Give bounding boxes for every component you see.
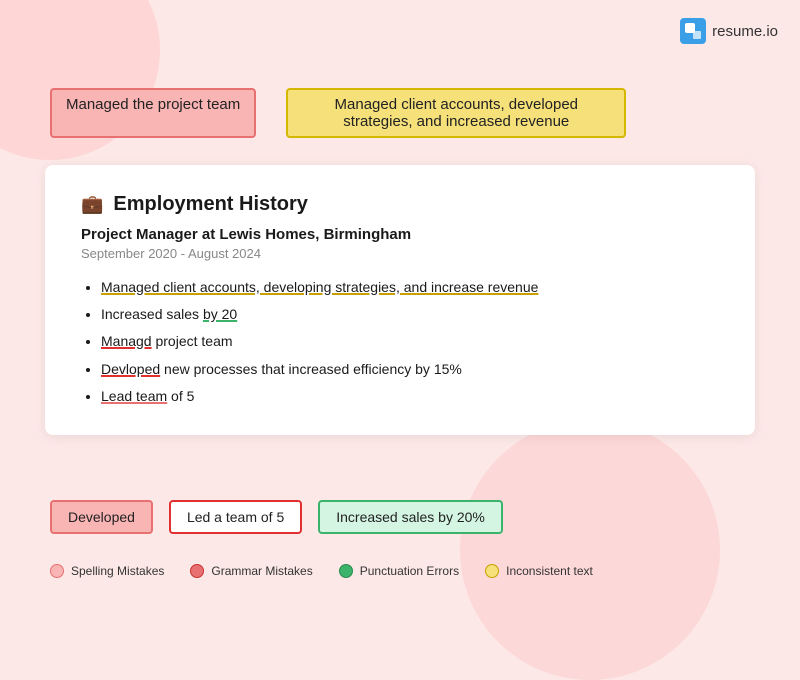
bullet-3: Managd project team	[101, 329, 719, 354]
bullet-2-before: Increased sales	[101, 306, 203, 322]
section-header: 💼 Employment History	[81, 193, 719, 216]
bullet-3-after: project team	[152, 333, 233, 349]
legend-spelling-label: Spelling Mistakes	[71, 564, 164, 578]
briefcase-icon: 💼	[81, 194, 103, 215]
legend-grammar-label: Grammar Mistakes	[211, 564, 312, 578]
legend-dot-punctuation	[339, 564, 353, 578]
bullet-2-highlight: by 20	[203, 306, 237, 322]
bullet-list: Managed client accounts, developing stra…	[81, 275, 719, 409]
logo-text: resume.io	[712, 23, 778, 40]
legend-punctuation-label: Punctuation Errors	[360, 564, 459, 578]
bullet-5-after: of 5	[167, 388, 194, 404]
bottom-tag-developed: Developed	[50, 500, 153, 534]
section-title: Employment History	[113, 193, 307, 216]
bullet-5-highlight: Lead team	[101, 388, 167, 404]
bullet-1-text: Managed client accounts, developing stra…	[101, 279, 538, 295]
legend-punctuation: Punctuation Errors	[339, 564, 459, 578]
bullet-2: Increased sales by 20	[101, 302, 719, 327]
logo: resume.io	[680, 18, 778, 44]
bullet-4: Devloped new processes that increased ef…	[101, 357, 719, 382]
legend-grammar: Grammar Mistakes	[190, 564, 312, 578]
bottom-tag-led-team: Led a team of 5	[169, 500, 302, 534]
yellow-tag: Managed client accounts, developed strat…	[286, 88, 626, 138]
bullet-5: Lead team of 5	[101, 384, 719, 409]
bottom-tags: Developed Led a team of 5 Increased sale…	[50, 500, 503, 534]
top-tags: Managed the project team Managed client …	[50, 88, 626, 138]
legend-row: Spelling Mistakes Grammar Mistakes Punct…	[50, 564, 593, 578]
bullet-3-misspelled: Managd	[101, 333, 152, 349]
legend-dot-spelling	[50, 564, 64, 578]
legend-dot-grammar	[190, 564, 204, 578]
bullet-4-after: new processes that increased efficiency …	[160, 361, 462, 377]
resume-card: 💼 Employment History Project Manager at …	[45, 165, 755, 435]
bullet-1: Managed client accounts, developing stra…	[101, 275, 719, 300]
logo-icon	[680, 18, 706, 44]
bullet-4-misspelled: Devloped	[101, 361, 160, 377]
legend-inconsistent-label: Inconsistent text	[506, 564, 593, 578]
legend-spelling: Spelling Mistakes	[50, 564, 164, 578]
bottom-tag-sales: Increased sales by 20%	[318, 500, 503, 534]
job-title: Project Manager at Lewis Homes, Birmingh…	[81, 226, 719, 243]
job-dates: September 2020 - August 2024	[81, 246, 719, 261]
legend-inconsistent: Inconsistent text	[485, 564, 593, 578]
legend-dot-inconsistent	[485, 564, 499, 578]
pink-tag: Managed the project team	[50, 88, 256, 138]
